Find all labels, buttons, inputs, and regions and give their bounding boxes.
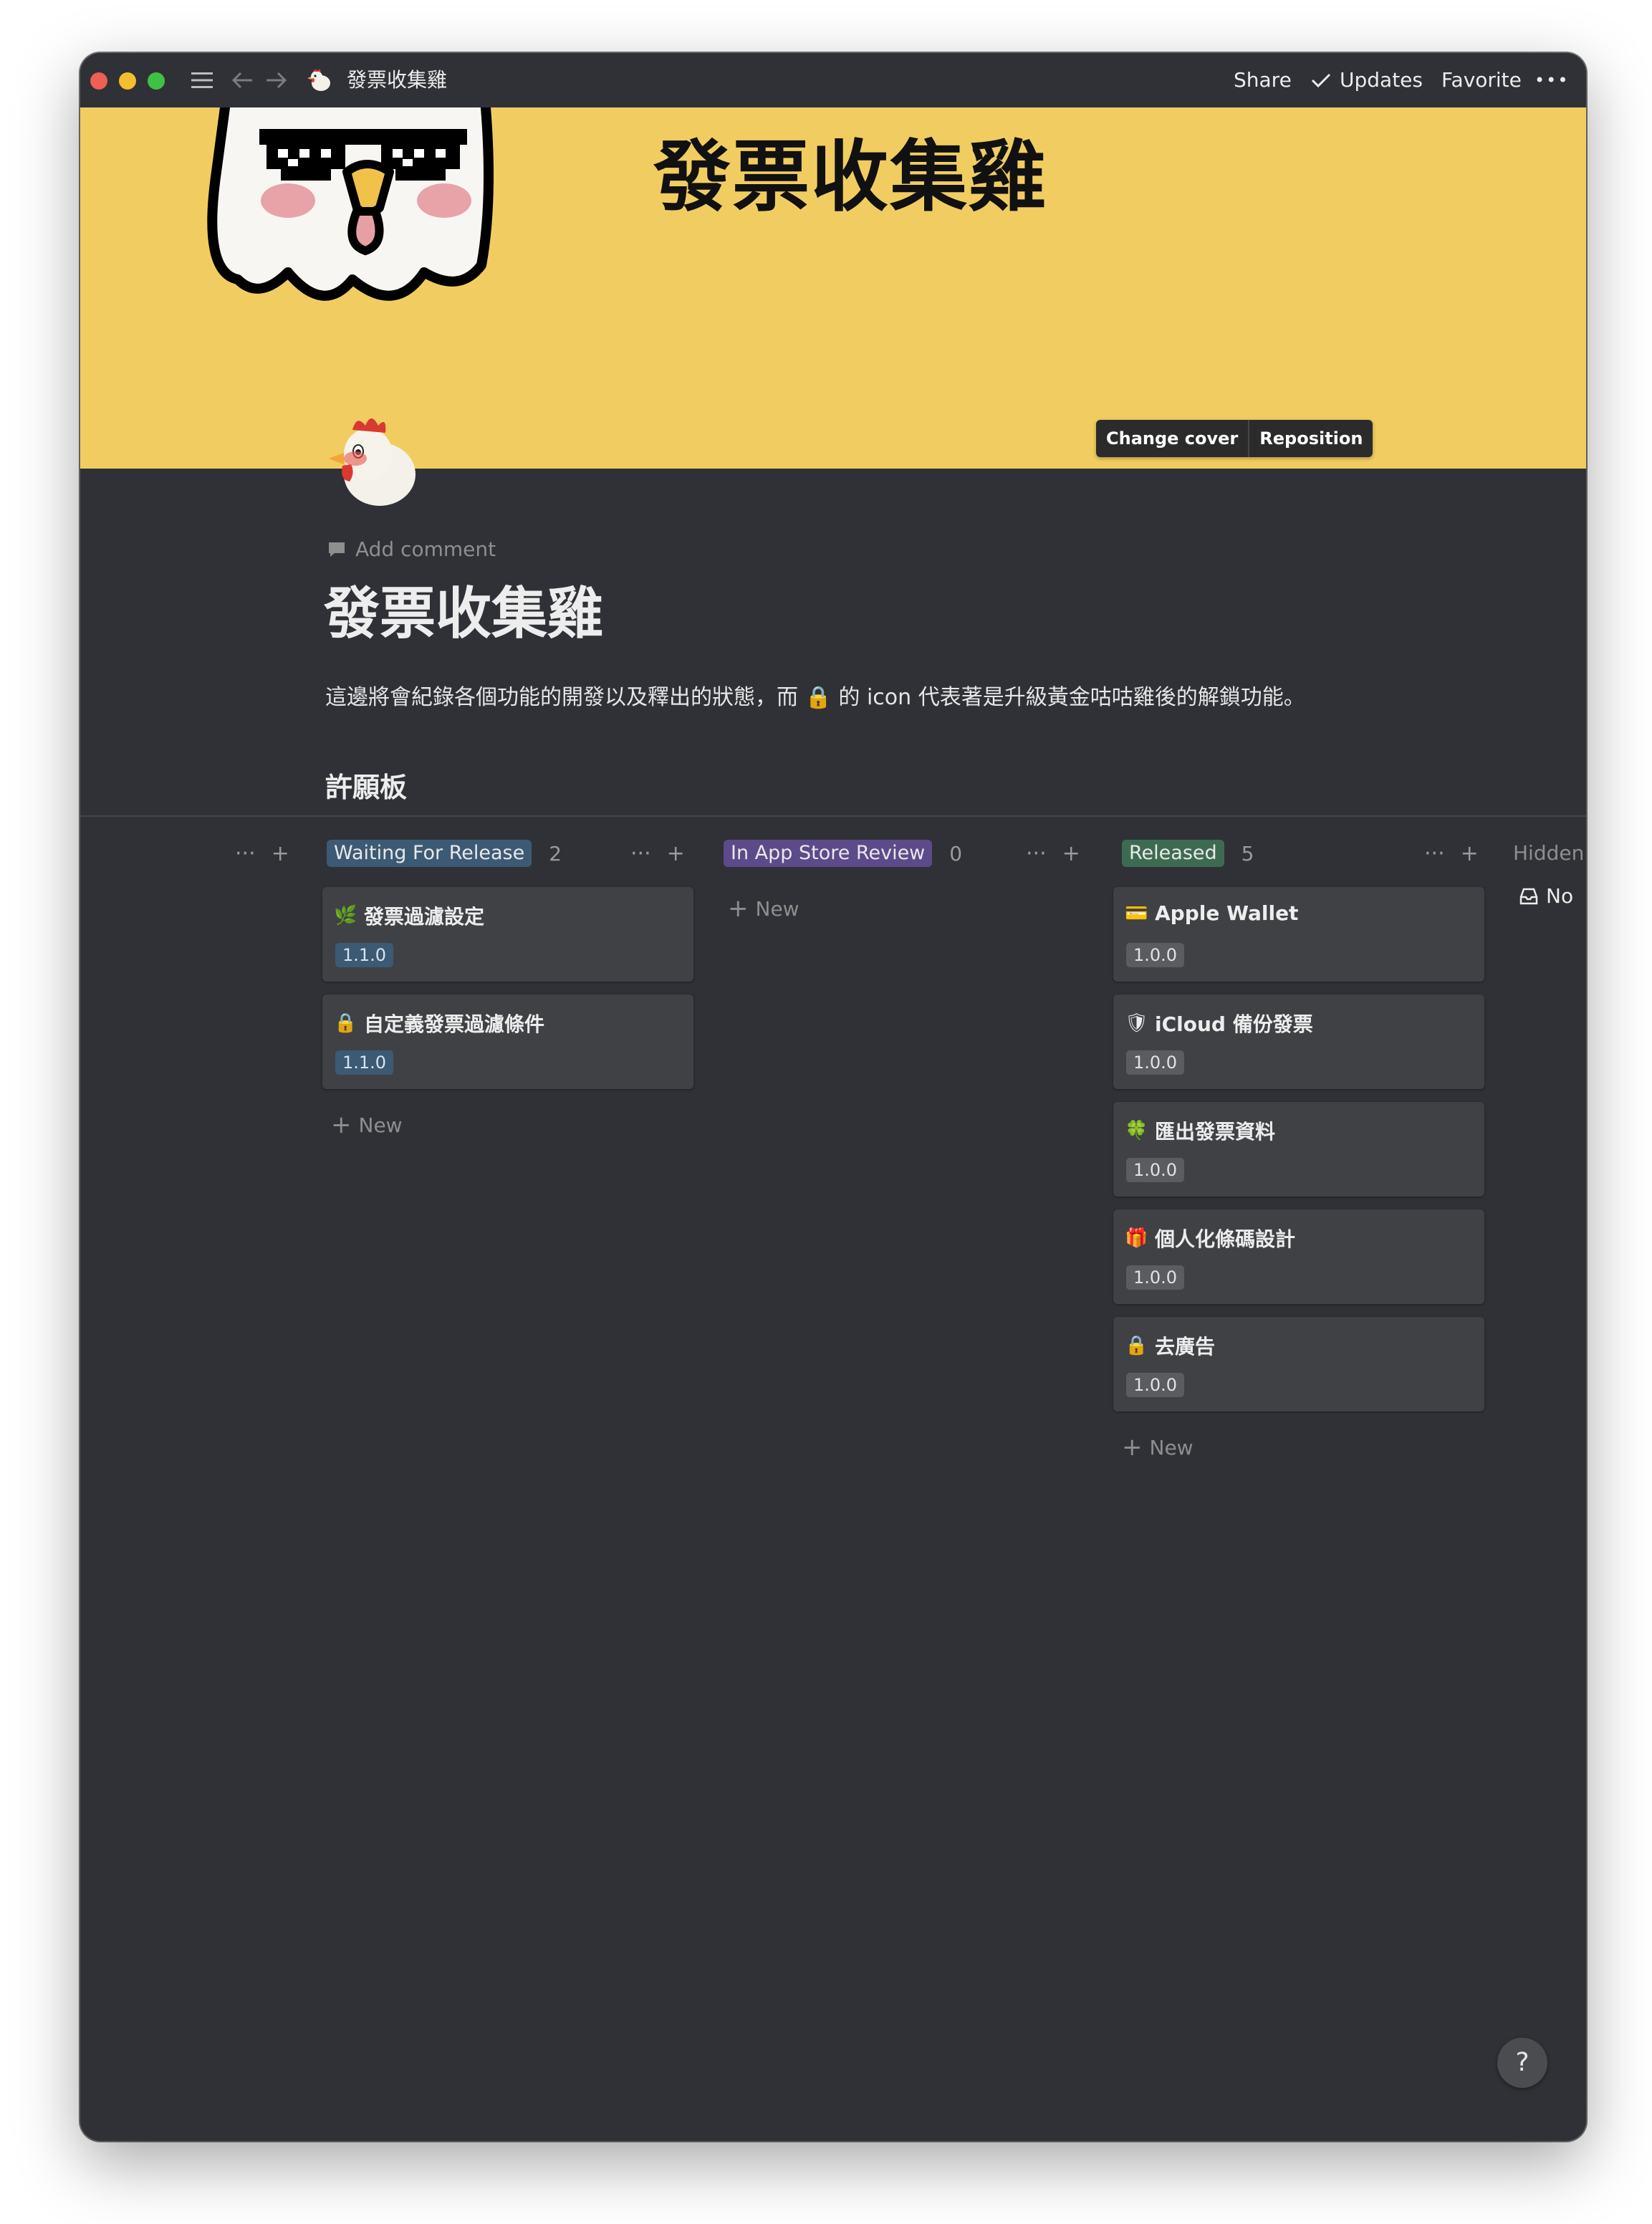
plus-icon: + [331, 1111, 352, 1139]
column-tools: ··· + [235, 835, 289, 871]
board-card[interactable]: 🔒 自定義發票過濾條件 1.1.0 [322, 994, 693, 1089]
more-dots-icon[interactable]: ··· [1424, 841, 1445, 866]
version-badge: 1.0.0 [1126, 1373, 1185, 1397]
column-tools: ··· + [1424, 835, 1479, 871]
card-title: 發票過濾設定 [364, 905, 485, 929]
new-label: New [358, 1113, 403, 1137]
more-options-button[interactable]: ••• [1535, 53, 1569, 107]
forward-arrow-icon[interactable] [264, 66, 289, 95]
plus-icon[interactable]: + [1461, 841, 1479, 866]
hidden-column-item[interactable]: No [1519, 884, 1573, 908]
back-arrow-icon[interactable] [229, 66, 255, 95]
plus-icon[interactable]: + [1062, 841, 1080, 866]
plus-icon[interactable]: + [272, 841, 289, 866]
add-comment-label: Add comment [355, 537, 496, 561]
divider [80, 815, 1586, 817]
reposition-button[interactable]: Reposition [1248, 420, 1373, 457]
version-badge: 1.0.0 [1126, 1158, 1185, 1182]
board-card[interactable]: 🔒 去廣告 1.0.0 [1113, 1317, 1484, 1411]
herb-icon: 🌿 [334, 905, 357, 926]
chicken-page-icon[interactable] [321, 411, 421, 512]
column-header-released[interactable]: Released 5 [1122, 835, 1254, 871]
favorite-button[interactable]: Favorite [1441, 53, 1522, 107]
comment-icon [329, 542, 345, 557]
change-cover-button[interactable]: Change cover [1096, 420, 1248, 457]
card-title: Apple Wallet [1155, 901, 1299, 925]
card-title: iCloud 備份發票 [1155, 1012, 1313, 1036]
checkmark-icon [1310, 66, 1332, 95]
more-dots-icon[interactable]: ··· [1026, 841, 1047, 866]
card-title: 個人化條碼設計 [1155, 1227, 1296, 1251]
lock-icon: 🔒 [334, 1012, 357, 1034]
card-title: 自定義發票過濾條件 [364, 1012, 545, 1036]
cover-controls: Change cover Reposition [1096, 420, 1373, 457]
page-breadcrumb[interactable]: 發票收集雞 [347, 53, 447, 107]
sidebar-toggle-icon[interactable] [189, 66, 215, 95]
status-tag: In App Store Review [724, 840, 933, 867]
hidden-columns-label[interactable]: Hidden [1513, 841, 1584, 865]
board-card[interactable]: 💳 Apple Wallet 1.0.0 [1113, 887, 1484, 982]
help-button[interactable]: ? [1497, 2038, 1547, 2088]
close-window-button[interactable] [90, 72, 107, 90]
inbox-icon [1519, 888, 1538, 904]
updates-button[interactable]: Updates [1340, 53, 1423, 107]
board-title[interactable]: 許願板 [325, 765, 407, 805]
version-badge: 1.1.0 [335, 1050, 394, 1075]
share-button[interactable]: Share [1234, 53, 1292, 107]
shield-icon: 🛡 [1125, 1012, 1149, 1034]
column-header-review[interactable]: In App Store Review 0 [724, 835, 962, 871]
column-header-waiting[interactable]: Waiting For Release 2 [327, 835, 562, 871]
board-card[interactable]: 🎁 個人化條碼設計 1.0.0 [1113, 1209, 1484, 1304]
version-badge: 1.0.0 [1126, 1050, 1185, 1075]
page-description[interactable]: 這邊將會紀錄各個功能的開發以及釋出的狀態，而 🔒 的 icon 代表著是升級黃金… [325, 681, 1343, 715]
cover-mascot-image [207, 107, 494, 301]
board-card[interactable]: 🌿 發票過濾設定 1.1.0 [322, 887, 693, 982]
titlebar: 發票收集雞 Share Updates Favorite ••• [80, 53, 1586, 107]
column-count: 5 [1241, 841, 1254, 866]
new-card-button[interactable]: + New [728, 894, 799, 923]
more-dots-icon[interactable]: ··· [235, 841, 256, 866]
column-count: 0 [949, 841, 963, 866]
status-tag: Released [1122, 840, 1224, 867]
credit-card-icon: 💳 [1125, 902, 1148, 924]
cover-title: 發票收集雞 [653, 133, 1048, 222]
status-tag: Waiting For Release [327, 840, 532, 867]
chicken-icon [305, 66, 334, 95]
card-title: 匯出發票資料 [1155, 1120, 1276, 1144]
plus-icon: + [728, 894, 749, 923]
column-count: 2 [549, 841, 562, 866]
version-badge: 1.1.0 [335, 943, 394, 967]
board-card[interactable]: 🛡 iCloud 備份發票 1.0.0 [1113, 994, 1484, 1089]
add-comment-button[interactable]: Add comment [327, 537, 496, 561]
new-card-button[interactable]: + New [331, 1111, 403, 1139]
page-cover: 發票收集雞 Change cover Reposition [80, 107, 1586, 469]
plus-icon[interactable]: + [667, 841, 685, 866]
minimize-window-button[interactable] [119, 72, 136, 90]
app-window: 發票收集雞 Share Updates Favorite ••• 發票收集雞 C… [80, 53, 1586, 2141]
version-badge: 1.0.0 [1126, 943, 1185, 967]
new-label: New [1149, 1435, 1194, 1460]
lock-icon: 🔒 [1125, 1335, 1148, 1356]
new-card-button[interactable]: + New [1122, 1433, 1194, 1462]
zoom-window-button[interactable] [148, 72, 165, 90]
clover-icon: 🍀 [1125, 1120, 1148, 1141]
new-label: New [755, 896, 799, 921]
board-card[interactable]: 🍀 匯出發票資料 1.0.0 [1113, 1102, 1484, 1197]
plus-icon: + [1122, 1433, 1143, 1462]
more-dots-icon[interactable]: ··· [630, 841, 651, 866]
card-title: 去廣告 [1155, 1335, 1216, 1358]
hidden-item-label: No [1546, 884, 1574, 908]
column-tools: ··· + [1026, 835, 1080, 871]
version-badge: 1.0.0 [1126, 1265, 1185, 1290]
column-tools: ··· + [630, 835, 685, 871]
gift-icon: 🎁 [1125, 1227, 1148, 1249]
page-title[interactable]: 發票收集雞 [324, 569, 603, 649]
